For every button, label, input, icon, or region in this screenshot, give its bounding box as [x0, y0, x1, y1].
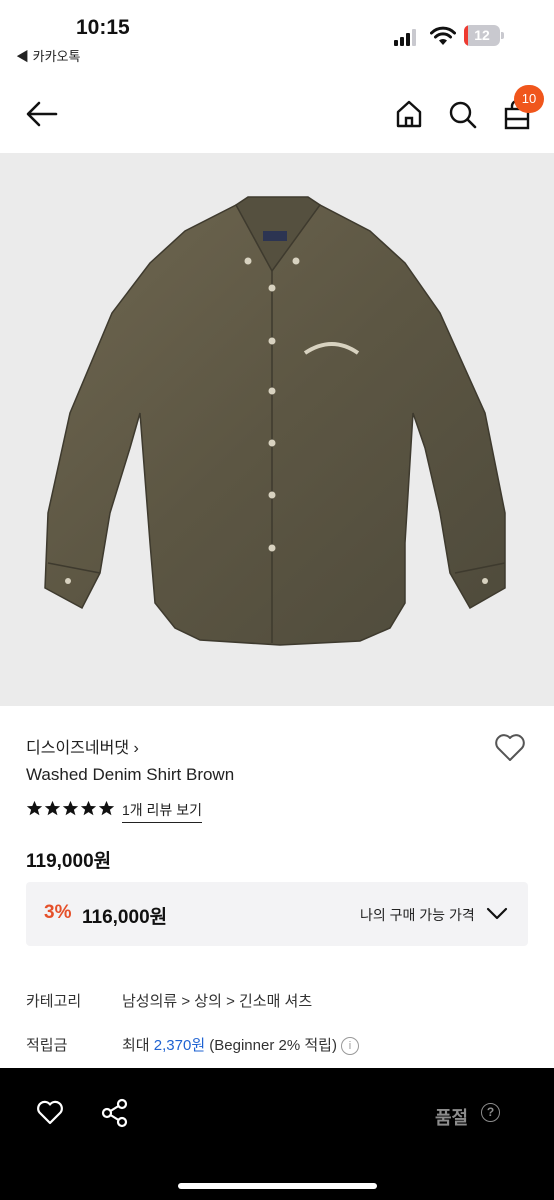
rating-stars: [26, 800, 115, 817]
star-icon: [44, 800, 61, 816]
star-icon: [98, 800, 115, 816]
review-link[interactable]: 1개 리뷰 보기: [122, 800, 202, 823]
product-name: Washed Denim Shirt Brown: [26, 765, 235, 784]
back-arrow-icon[interactable]: [26, 100, 58, 128]
info-icon[interactable]: i: [340, 1037, 359, 1056]
points-amount: 2,370원: [153, 1037, 206, 1054]
my-price-label: 나의 구매 가능 가격: [360, 907, 475, 923]
points-suffix: (Beginner 2% 적립): [205, 1037, 337, 1054]
status-bar: 10:15 ◀ 카카오톡 12: [0, 0, 554, 70]
help-icon[interactable]: ?: [481, 1103, 500, 1122]
battery-icon: 12: [464, 25, 504, 46]
product-price: 119,000원: [26, 851, 112, 872]
battery-level-text: 12: [474, 27, 490, 43]
points-label: 적립금: [26, 1037, 68, 1054]
star-icon: [26, 800, 43, 816]
home-icon[interactable]: [395, 100, 423, 128]
shirt-illustration: [44, 196, 506, 646]
points-value: 최대 2,370원 (Beginner 2% 적립) i: [122, 1034, 359, 1056]
home-indicator: [178, 1183, 377, 1189]
star-icon: [80, 800, 97, 816]
discount-price: 116,000원: [82, 907, 168, 928]
category-label: 카테고리: [26, 993, 82, 1010]
back-to-app-link[interactable]: ◀ 카카오톡: [16, 46, 80, 65]
points-prefix: 최대: [122, 1037, 154, 1054]
top-navigation: [0, 84, 554, 148]
sold-out-status: 품절: [435, 1108, 469, 1128]
discount-percent: 3%: [44, 902, 72, 923]
category-path[interactable]: 남성의류 > 상의 > 긴소매 셔츠: [122, 990, 312, 1011]
share-icon[interactable]: [101, 1098, 129, 1128]
cart-count-badge: 10: [514, 85, 544, 113]
product-image[interactable]: [0, 153, 554, 706]
search-icon[interactable]: [448, 100, 478, 130]
star-icon: [62, 800, 79, 816]
my-price-box[interactable]: 3% 116,000원 나의 구매 가능 가격: [26, 882, 528, 946]
chevron-down-icon: [486, 907, 508, 920]
status-time: 10:15: [76, 16, 130, 39]
brand-link[interactable]: 디스이즈네버댓 ›: [26, 734, 139, 758]
cellular-signal-icon: [394, 29, 416, 46]
heart-icon[interactable]: [36, 1100, 64, 1126]
wifi-icon: [430, 26, 456, 45]
wishlist-heart-icon[interactable]: [494, 733, 526, 763]
bottom-action-bar: 품절 ?: [0, 1068, 554, 1200]
